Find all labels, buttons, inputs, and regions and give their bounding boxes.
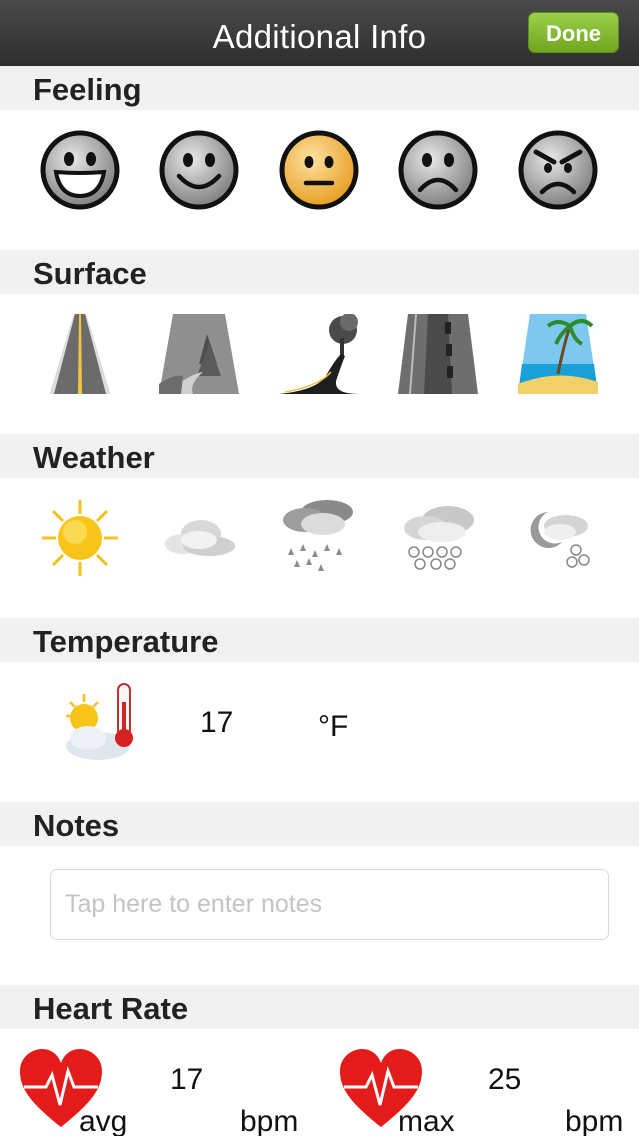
weather-section-header: Weather xyxy=(0,434,639,478)
very-happy-face-icon[interactable] xyxy=(40,130,120,210)
navigation-bar: Additional Info Done xyxy=(0,0,639,66)
notes-section-header: Notes xyxy=(0,802,639,846)
night-snow-icon[interactable] xyxy=(518,498,598,578)
snow-icon[interactable] xyxy=(398,498,478,578)
sad-face-icon[interactable] xyxy=(398,130,478,210)
max-heart-rate-value[interactable]: 25 xyxy=(488,1063,521,1097)
winding-road-icon[interactable] xyxy=(279,313,359,394)
trail-icon[interactable] xyxy=(159,314,239,394)
surface-section-title: Surface xyxy=(33,256,147,291)
heart-rate-section-header: Heart Rate xyxy=(0,985,639,1029)
temperature-section-header: Temperature xyxy=(0,618,639,662)
feeling-section-header: Feeling xyxy=(0,66,639,110)
beach-icon[interactable] xyxy=(518,314,598,394)
done-button[interactable]: Done xyxy=(528,12,619,53)
surface-options xyxy=(0,294,639,434)
avg-label: avg xyxy=(79,1105,128,1136)
surface-section-header: Surface xyxy=(0,250,639,294)
temperature-row: 17 °F xyxy=(0,662,639,802)
max-unit-label: bpm xyxy=(565,1105,624,1136)
temperature-section-title: Temperature xyxy=(33,624,219,659)
temperature-value[interactable]: 17 xyxy=(200,706,233,740)
road-icon[interactable] xyxy=(40,314,120,394)
track-icon[interactable] xyxy=(398,313,478,395)
sunny-icon[interactable] xyxy=(40,498,120,578)
neutral-face-icon[interactable] xyxy=(279,130,359,210)
avg-unit-label: bpm xyxy=(240,1105,299,1136)
weather-options xyxy=(0,478,639,618)
heart-rate-row: avg 17 bpm max 25 bpm xyxy=(0,1029,639,1136)
max-label: max xyxy=(398,1105,455,1136)
happy-face-icon[interactable] xyxy=(159,130,239,210)
cloudy-icon[interactable] xyxy=(159,498,239,578)
notes-section-title: Notes xyxy=(33,808,120,843)
temperature-unit[interactable]: °F xyxy=(318,710,348,744)
avg-heart-rate-value[interactable]: 17 xyxy=(170,1063,203,1097)
rain-icon[interactable] xyxy=(279,498,359,578)
feeling-section-title: Feeling xyxy=(33,72,142,107)
angry-face-icon[interactable] xyxy=(518,130,598,210)
notes-input[interactable] xyxy=(50,869,609,940)
weather-section-title: Weather xyxy=(33,440,155,475)
thermometer-weather-icon xyxy=(58,680,138,760)
feeling-options xyxy=(0,110,639,250)
heart-rate-section-title: Heart Rate xyxy=(33,991,189,1026)
